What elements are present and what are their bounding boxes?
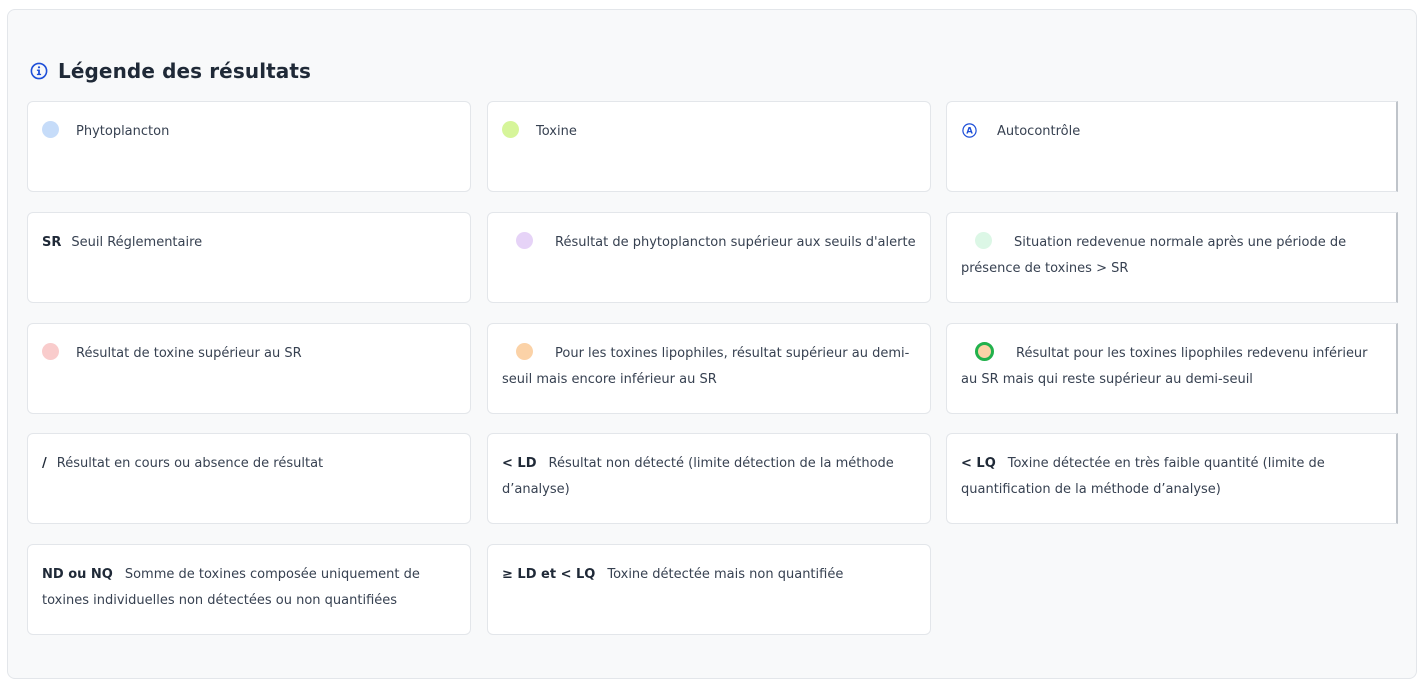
legend-item-label: Pour les toxines lipophiles, résultat su… <box>502 346 910 387</box>
legend-code: SR <box>42 235 62 250</box>
legend-item-label: Résultat de phytoplancton supérieur aux … <box>555 235 916 250</box>
legend-item-label: Toxine détectée mais non quantifiée <box>607 567 844 582</box>
legend-item-lq: < LQ Toxine détectée en très faible quant… <box>946 433 1398 524</box>
alerte-dot <box>516 232 533 249</box>
legend-item-nd-nq: ND ou NQ Somme de toxines composée unique… <box>27 544 471 635</box>
legend-item-label: Phytoplancton <box>76 124 170 139</box>
legend-item-normale: Situation redevenue normale après une pé… <box>946 212 1398 303</box>
legend-heading: Légende des résultats <box>30 57 311 85</box>
svg-text:A: A <box>966 127 973 137</box>
legend-code: < LQ <box>961 456 996 471</box>
legend-item-label: Résultat pour les toxines lipophiles red… <box>961 346 1368 387</box>
legend-item-phytoplancton: Phytoplancton <box>27 101 471 192</box>
legend-title: Légende des résultats <box>58 59 312 83</box>
legend-item-demi-seuil: Pour les toxines lipophiles, résultat su… <box>487 323 931 414</box>
legend-item-label: Résultat non détecté (limite détection d… <box>502 456 894 497</box>
legend-item-label: Résultat de toxine supérieur au SR <box>76 346 302 361</box>
legend-item-label: Toxine détectée en très faible quantité … <box>961 456 1325 497</box>
legend-item-autocontrole: A Autocontrôle <box>946 101 1398 192</box>
normale-dot <box>975 232 992 249</box>
phytoplancton-dot <box>42 121 59 138</box>
legend-item-label: Situation redevenue normale après une pé… <box>961 235 1347 276</box>
legend-code: < LD <box>502 456 537 471</box>
legend-item-en-cours: / Résultat en cours ou absence de résulta… <box>27 433 471 524</box>
legend-item-sr: SR Seuil Réglementaire <box>27 212 471 303</box>
toxine-sr-dot <box>42 343 59 360</box>
legend-code: ≥ LD et < LQ <box>502 567 596 582</box>
autocontrole-icon: A <box>962 123 977 138</box>
legend-item-toxine: Toxine <box>487 101 931 192</box>
legend-item-label: Toxine <box>536 124 577 139</box>
toxine-dot <box>502 121 519 138</box>
legend-item-alerte: Résultat de phytoplancton supérieur aux … <box>487 212 931 303</box>
legend-item-toxine-sr: Résultat de toxine supérieur au SR <box>27 323 471 414</box>
legend-item-ld: < LD Résultat non détecté (limite détecti… <box>487 433 931 524</box>
legend-item-redevenu: Résultat pour les toxines lipophiles red… <box>946 323 1398 414</box>
legend-item-label: Autocontrôle <box>997 124 1081 139</box>
legend-code: / <box>42 456 47 471</box>
legend-code: ND ou NQ <box>42 567 113 582</box>
legend-item-label: Résultat en cours ou absence de résultat <box>56 456 324 471</box>
demi-seuil-dot <box>516 343 533 360</box>
redevenu-ring-dot <box>975 342 994 361</box>
info-icon <box>30 62 48 80</box>
legend-item-label: Seuil Réglementaire <box>71 235 203 250</box>
legend-item-ld-lq: ≥ LD et < LQ Toxine détectée mais non qua… <box>487 544 931 635</box>
